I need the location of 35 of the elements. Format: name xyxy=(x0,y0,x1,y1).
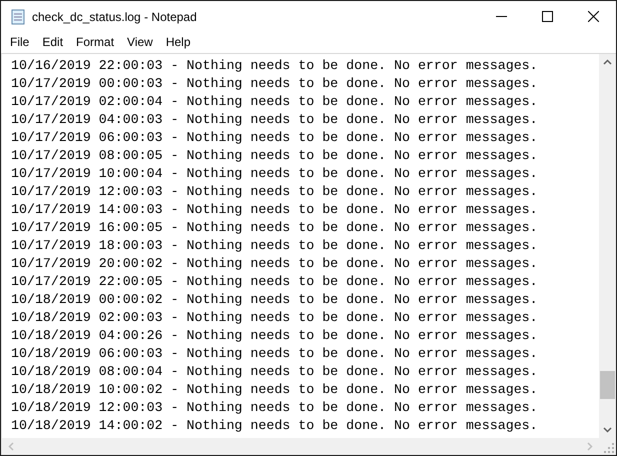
log-line: 10/18/2019 02:00:03 - Nothing needs to be done. No error messages. xyxy=(11,309,538,327)
log-line: 10/16/2019 22:00:03 - Nothing needs to be done. No error messages. xyxy=(11,57,538,75)
log-line: 10/17/2019 14:00:03 - Nothing needs to be done. No error messages. xyxy=(11,201,538,219)
log-line: 10/17/2019 04:00:03 - Nothing needs to be done. No error messages. xyxy=(11,111,538,129)
maximize-icon[interactable] xyxy=(542,11,553,22)
log-line: 10/17/2019 02:00:04 - Nothing needs to be done. No error messages. xyxy=(11,93,538,111)
log-line: 10/17/2019 18:00:03 - Nothing needs to be done. No error messages. xyxy=(11,237,538,255)
menu-item[interactable]: Help xyxy=(158,35,197,49)
menu-item[interactable]: File xyxy=(3,35,36,49)
menu-item[interactable]: Format xyxy=(69,35,120,49)
menu-item[interactable]: Edit xyxy=(35,35,70,49)
log-line: 10/17/2019 10:00:04 - Nothing needs to be done. No error messages. xyxy=(11,165,538,183)
log-line: 10/18/2019 10:00:02 - Nothing needs to be done. No error messages. xyxy=(11,381,538,399)
log-line: 10/18/2019 00:00:02 - Nothing needs to be done. No error messages. xyxy=(11,291,538,309)
log-line: 10/17/2019 20:00:02 - Nothing needs to be done. No error messages. xyxy=(11,255,538,273)
close-icon[interactable] xyxy=(588,11,599,22)
log-line: 10/17/2019 22:00:05 - Nothing needs to be done. No error messages. xyxy=(11,273,538,291)
log-line: 10/18/2019 06:00:03 - Nothing needs to be done. No error messages. xyxy=(11,345,538,363)
window-title: check_dc_status.log - Notepad xyxy=(32,10,197,24)
menu-item[interactable]: View xyxy=(120,35,159,49)
log-line: 10/17/2019 00:00:03 - Nothing needs to be done. No error messages. xyxy=(11,75,538,93)
log-line: 10/18/2019 14:00:02 - Nothing needs to be done. No error messages. xyxy=(11,417,538,435)
log-line: 10/17/2019 06:00:03 - Nothing needs to be done. No error messages. xyxy=(11,129,538,147)
log-line: 10/17/2019 12:00:03 - Nothing needs to be done. No error messages. xyxy=(11,183,538,201)
resize-grip-icon[interactable] xyxy=(604,443,614,453)
log-line: 10/18/2019 04:00:26 - Nothing needs to be done. No error messages. xyxy=(11,327,538,345)
log-line: 10/18/2019 12:00:03 - Nothing needs to be done. No error messages. xyxy=(11,399,538,417)
scroll-up-icon[interactable] xyxy=(603,59,612,65)
log-line: 10/17/2019 08:00:05 - Nothing needs to be done. No error messages. xyxy=(11,147,538,165)
notepad-icon xyxy=(10,8,26,24)
log-line: 10/18/2019 08:00:04 - Nothing needs to be done. No error messages. xyxy=(11,363,538,381)
log-line: 10/17/2019 16:00:05 - Nothing needs to be done. No error messages. xyxy=(11,219,538,237)
scrollbar-thumb[interactable] xyxy=(600,371,615,399)
scroll-down-icon[interactable] xyxy=(603,427,612,433)
vertical-scrollbar[interactable] xyxy=(599,54,616,438)
